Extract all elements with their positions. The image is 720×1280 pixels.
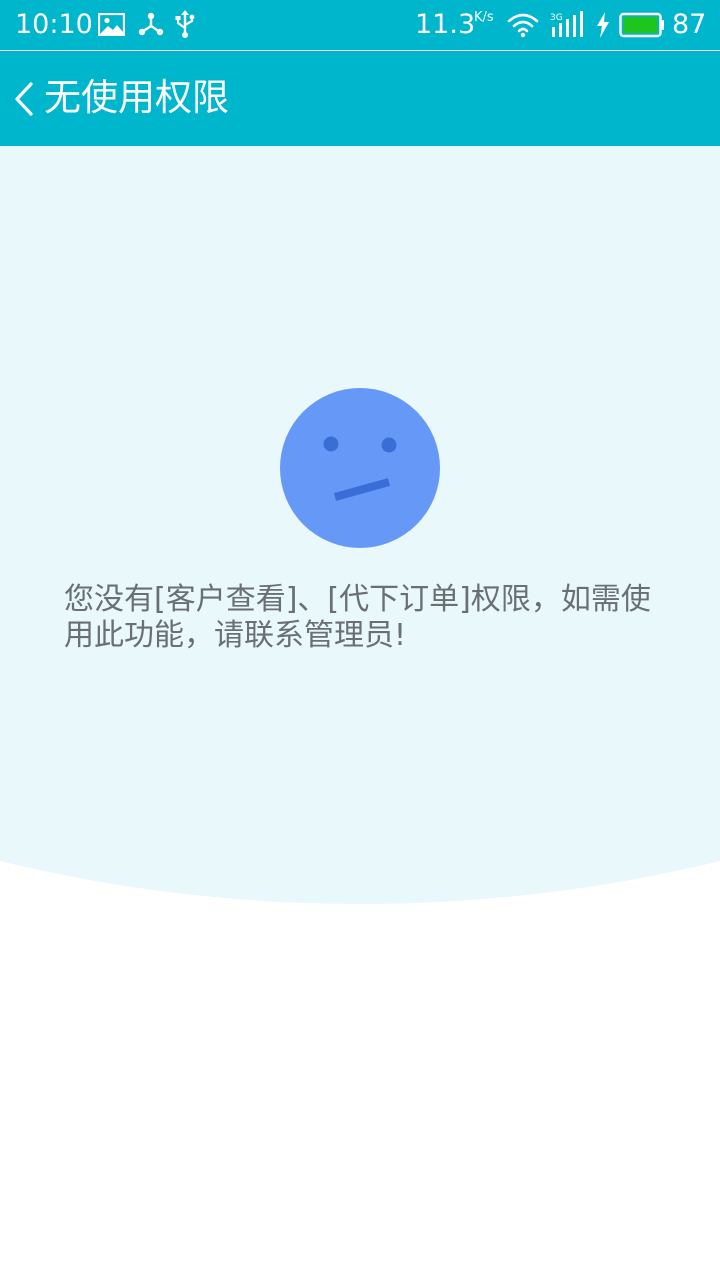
- net-speed-unit: K/s: [474, 10, 494, 25]
- back-button[interactable]: 无使用权限: [0, 51, 250, 146]
- signal-icon: 3G: [550, 11, 583, 37]
- share-node-icon: [138, 12, 164, 36]
- net-speed: 11.3: [415, 9, 476, 40]
- battery-icon: [619, 12, 664, 38]
- status-time: 10:10: [15, 9, 93, 40]
- usb-icon: [175, 10, 195, 38]
- neutral-face-icon: [280, 388, 440, 548]
- no-permission-message: 您没有[客户查看]、[代下订单]权限，如需使用此功能，请联系管理员!: [64, 582, 651, 653]
- main-content: 您没有[客户查看]、[代下订单]权限，如需使用此功能，请联系管理员!: [0, 146, 720, 1280]
- status-bar: 10:10 11.3 K/s 3G 87: [0, 0, 720, 50]
- wifi-icon: [507, 13, 539, 38]
- battery-percent: 87: [672, 9, 707, 40]
- app-bar: 无使用权限: [0, 51, 720, 146]
- charging-icon: [597, 12, 609, 38]
- page-title: 无使用权限: [44, 76, 229, 119]
- chevron-left-icon[interactable]: [12, 81, 36, 117]
- image-icon: [98, 13, 125, 36]
- svg-text:3G: 3G: [550, 13, 563, 23]
